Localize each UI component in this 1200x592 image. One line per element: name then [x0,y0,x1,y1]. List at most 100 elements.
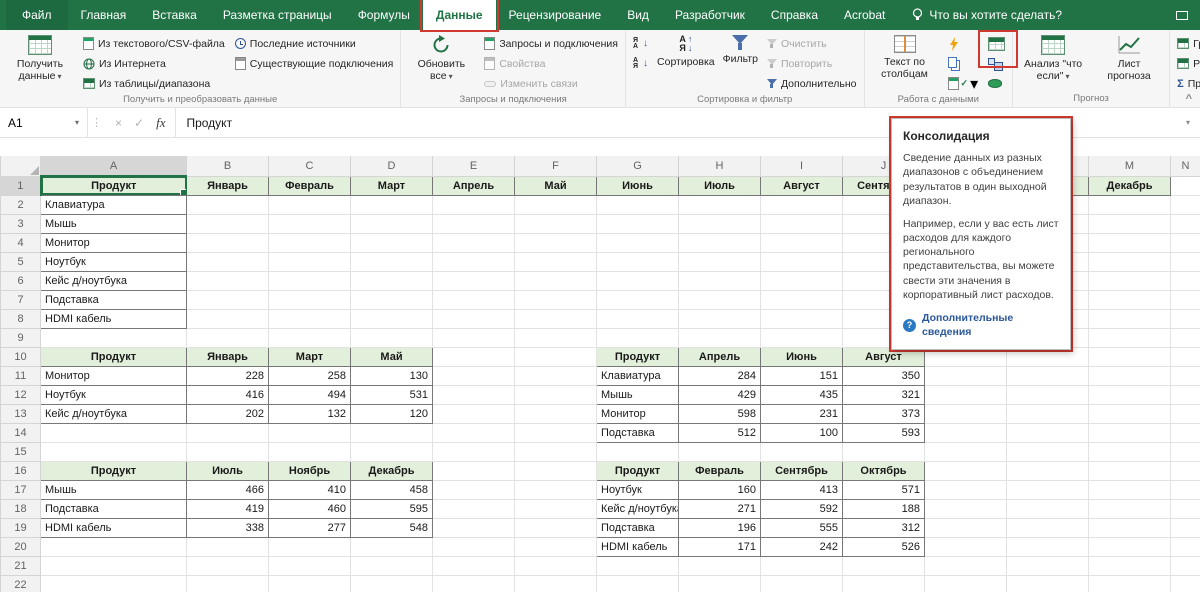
cell-H8[interactable] [678,309,761,329]
cell-F2[interactable] [514,195,597,215]
cell-F14[interactable] [514,423,597,443]
cell-L18[interactable] [1006,499,1089,519]
cell-J16[interactable]: Октябрь [842,460,925,481]
insert-function-icon[interactable]: fx [156,115,165,131]
cell-H18[interactable]: 271 [678,498,761,519]
cell-A11[interactable]: Монитор [40,365,187,386]
cell-C9[interactable] [268,328,351,348]
cell-J13[interactable]: 373 [842,403,925,424]
cell-K17[interactable] [924,480,1007,500]
cell-D14[interactable] [350,423,433,443]
cell-N16[interactable] [1170,461,1200,481]
cell-H12[interactable]: 429 [678,384,761,405]
sort-az-button[interactable]: ЯА ↓ [629,34,652,53]
cell-I20[interactable]: 242 [760,536,843,557]
cell-E20[interactable] [432,537,515,557]
cell-C2[interactable] [268,195,351,215]
cell-N5[interactable] [1170,252,1200,272]
formula-bar-splitter[interactable]: ⋮ [88,116,105,129]
cell-D10[interactable]: Май [350,346,433,367]
cell-N20[interactable] [1170,537,1200,557]
cell-J12[interactable]: 321 [842,384,925,405]
cell-C8[interactable] [268,309,351,329]
cell-M9[interactable] [1088,328,1171,348]
cell-A18[interactable]: Подставка [40,498,187,519]
cell-L12[interactable] [1006,385,1089,405]
cell-F1[interactable]: Май [514,175,597,196]
cell-G9[interactable] [596,328,679,348]
cell-H22[interactable] [678,575,761,592]
cell-I1[interactable]: Август [760,175,843,196]
cell-D1[interactable]: Март [350,175,433,196]
tab-page-layout[interactable]: Разметка страницы [210,0,345,30]
cell-G21[interactable] [596,556,679,576]
col-header-N[interactable]: N [1170,156,1200,177]
cell-I9[interactable] [760,328,843,348]
cell-M6[interactable] [1088,271,1171,291]
cell-K22[interactable] [924,575,1007,592]
cell-B20[interactable] [186,537,269,557]
cell-A12[interactable]: Ноутбук [40,384,187,405]
cell-A8[interactable]: HDMI кабель [40,308,187,329]
cell-N7[interactable] [1170,290,1200,310]
cell-F5[interactable] [514,252,597,272]
cell-I15[interactable] [760,442,843,462]
tab-review[interactable]: Рецензирование [496,0,615,30]
cell-G12[interactable]: Мышь [596,384,679,405]
cell-C13[interactable]: 132 [268,403,351,424]
cell-F18[interactable] [514,499,597,519]
cell-N17[interactable] [1170,480,1200,500]
row-header-6[interactable]: 6 [0,270,41,291]
refresh-all-button[interactable]: Обновить все ▾ [404,32,478,93]
cell-C7[interactable] [268,290,351,310]
col-header-M[interactable]: M [1088,156,1171,177]
cell-N15[interactable] [1170,442,1200,462]
cell-G7[interactable] [596,290,679,310]
cell-B13[interactable]: 202 [186,403,269,424]
cell-L19[interactable] [1006,518,1089,538]
row-header-9[interactable]: 9 [0,327,41,348]
cell-B18[interactable]: 419 [186,498,269,519]
cell-D2[interactable] [350,195,433,215]
cell-N4[interactable] [1170,233,1200,253]
cell-L15[interactable] [1006,442,1089,462]
cell-H10[interactable]: Апрель [678,346,761,367]
cell-M14[interactable] [1088,423,1171,443]
cell-F7[interactable] [514,290,597,310]
cell-I3[interactable] [760,214,843,234]
cell-B2[interactable] [186,195,269,215]
enter-icon[interactable]: ✓ [134,116,144,130]
cell-B11[interactable]: 228 [186,365,269,386]
cell-A21[interactable] [40,556,187,576]
cell-L11[interactable] [1006,366,1089,386]
cell-K20[interactable] [924,537,1007,557]
row-header-10[interactable]: 10 [0,346,41,367]
cell-B14[interactable] [186,423,269,443]
cell-B19[interactable]: 338 [186,517,269,538]
cell-I21[interactable] [760,556,843,576]
cell-E2[interactable] [432,195,515,215]
cell-G1[interactable]: Июнь [596,175,679,196]
cell-H17[interactable]: 160 [678,479,761,500]
cell-M18[interactable] [1088,499,1171,519]
cell-F22[interactable] [514,575,597,592]
cell-A1[interactable]: Продукт [40,175,187,196]
cell-F13[interactable] [514,404,597,424]
tab-insert[interactable]: Вставка [139,0,210,30]
cell-I4[interactable] [760,233,843,253]
properties-button[interactable]: Свойства [480,54,622,73]
cell-N10[interactable] [1170,347,1200,367]
cell-B4[interactable] [186,233,269,253]
cell-D18[interactable]: 595 [350,498,433,519]
cell-D13[interactable]: 120 [350,403,433,424]
cell-N8[interactable] [1170,309,1200,329]
cell-N11[interactable] [1170,366,1200,386]
cell-G17[interactable]: Ноутбук [596,479,679,500]
cell-F3[interactable] [514,214,597,234]
cell-E1[interactable]: Апрель [432,175,515,196]
row-header-1[interactable]: 1 [0,175,42,196]
cell-J15[interactable] [842,442,925,462]
cell-G22[interactable] [596,575,679,592]
cell-I13[interactable]: 231 [760,403,843,424]
row-header-19[interactable]: 19 [0,517,41,538]
